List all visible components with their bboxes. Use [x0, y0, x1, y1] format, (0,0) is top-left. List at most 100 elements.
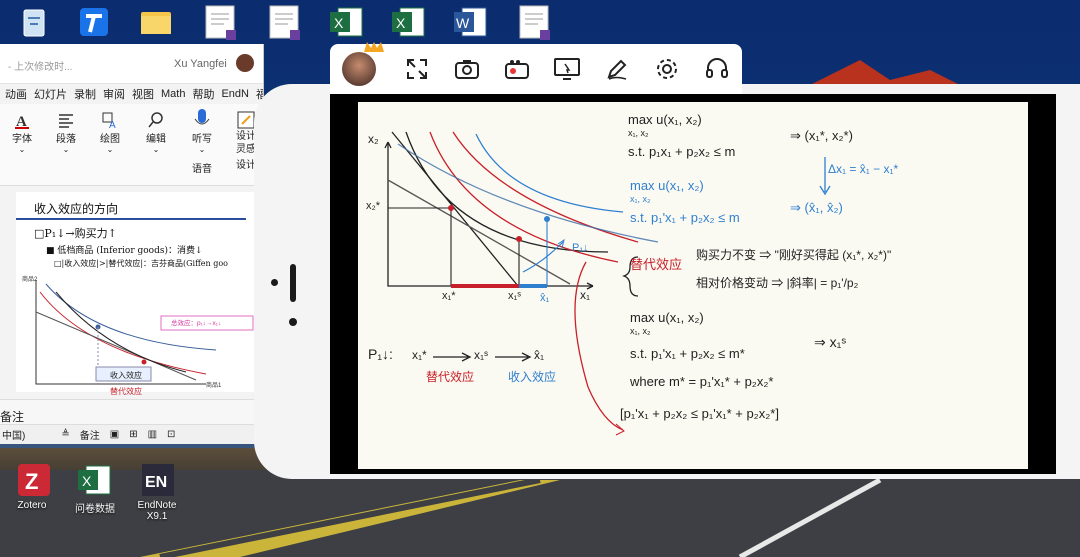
status-notes-button[interactable]: 备注	[80, 427, 100, 442]
settings-button[interactable]	[642, 49, 692, 89]
status-language: 中国)	[2, 431, 26, 442]
problem2-vars: x₁, x₂	[630, 194, 651, 204]
group-label-voice: 语音	[192, 164, 212, 175]
svg-text:W: W	[456, 15, 470, 31]
screenshot-button[interactable]	[442, 49, 492, 89]
pen-icon	[607, 59, 627, 80]
problem2-objective: max u(x₁, x₂)	[630, 178, 704, 193]
ribbon-label: 绘图	[100, 134, 120, 145]
avatar[interactable]	[236, 54, 254, 72]
ribbon-label: 字体	[12, 134, 32, 145]
ribbon-draw[interactable]: A 绘图 ⌄	[90, 110, 130, 154]
app-shortcut-icon[interactable]	[76, 4, 112, 40]
tab-review[interactable]: 审阅	[103, 86, 125, 102]
ribbon-font[interactable]: A 字体 ⌄	[2, 110, 42, 154]
chain-x1hat: x̂₁	[534, 348, 545, 362]
svg-text:A: A	[16, 114, 27, 129]
side-dot	[271, 279, 278, 286]
annotate-button[interactable]	[592, 49, 642, 89]
tab-slideshow[interactable]: 幻灯片	[34, 86, 67, 102]
document-icon[interactable]	[516, 4, 552, 40]
ribbon-label: 编辑	[146, 134, 166, 145]
graph-x-label: x₁	[580, 288, 591, 302]
normal-view-icon[interactable]: ▣	[110, 429, 119, 440]
endnote-icon[interactable]: EN	[136, 462, 180, 498]
tab-view[interactable]: 视图	[132, 86, 154, 102]
problem2-solution: ⇒ (x̂₁, x̂₂)	[790, 200, 843, 215]
chain-label-substitution: 替代效应	[426, 370, 475, 384]
problem3-bracket-constraint: [p₁'x₁ + p₂x₂ ≤ p₁'x₁* + p₂x₂*]	[620, 406, 779, 421]
slide-sorter-icon[interactable]: ⊞	[129, 429, 137, 440]
slide-canvas[interactable]: 收入效应的方向 □P₁↓→购买力↑ ■ 低档商品 (Inferior goods…	[16, 192, 263, 396]
graph-x1star-label: x₁*	[442, 290, 456, 302]
excel-icon[interactable]: X	[72, 462, 116, 498]
expand-button[interactable]	[392, 49, 442, 89]
problem2-constraint: s.t. p₁'x₁ + p₂x₂ ≤ m	[630, 210, 740, 225]
problem1-objective: max u(x₁, x₂)	[628, 112, 702, 127]
ribbon-paragraph[interactable]: 段落 ⌄	[46, 110, 86, 154]
expand-icon	[407, 59, 427, 79]
handwritten-notebook[interactable]: x₂ x₂* x₁ x₁* x₁ˢ x̂₁ P₁↓ max u(x₁, x₂) …	[358, 102, 1028, 469]
settings-icon	[657, 59, 677, 79]
screen-share-toolbar	[330, 44, 742, 94]
tab-math[interactable]: Math	[161, 88, 185, 100]
tab-help[interactable]: 帮助	[192, 86, 214, 102]
desktop-label-zotero: Zotero	[17, 500, 47, 511]
tab-endnote[interactable]: EndN	[221, 88, 249, 100]
camera-icon	[455, 60, 479, 79]
folder-icon[interactable]	[138, 4, 174, 40]
tab-animation[interactable]: 动画	[5, 86, 27, 102]
document-icon[interactable]	[202, 4, 238, 40]
zotero-icon[interactable]: Z	[12, 462, 56, 498]
ppt-ribbon-tabs: 动画 幻灯片 录制 审阅 视图 Math 帮助 EndN 福昕阅	[0, 84, 263, 104]
word-icon[interactable]: W	[452, 4, 488, 40]
title-underline	[16, 218, 246, 220]
slide-bullet-3: □|收入效应|>|替代效应|：吉芬商品(Giffen goo	[54, 259, 228, 268]
substitution-line-1: 购买力不变 ⇒ "刚好买得起 (x₁*, x₂*)"	[696, 248, 892, 262]
graph-y-label: x₂	[368, 132, 379, 146]
excel-icon[interactable]: X	[328, 4, 364, 40]
ribbon-edit[interactable]: 编辑 ⌄	[136, 110, 176, 154]
reading-view-icon[interactable]: ▥	[148, 429, 157, 440]
crown-icon	[364, 42, 384, 52]
svg-text:Z: Z	[25, 469, 38, 494]
svg-text:X: X	[334, 15, 344, 31]
graph-ystar-label: x₂*	[366, 200, 381, 212]
desktop-label-endnote: EndNote X9.1	[137, 500, 177, 522]
slide-title: 收入效应的方向	[34, 202, 119, 216]
problem3-vars: x₁, x₂	[630, 326, 651, 336]
powerpoint-window[interactable]: - 上次修改时... Xu Yangfei 动画 幻灯片 录制 审阅 视图 Ma…	[0, 44, 264, 444]
side-handle[interactable]	[290, 264, 296, 302]
substitution-effect-label: 替代效应	[630, 257, 683, 272]
excel-icon[interactable]: X	[390, 4, 426, 40]
screen-share-icon	[554, 58, 580, 80]
problem3-objective: max u(x₁, x₂)	[630, 310, 704, 325]
slide-bullet-1: □P₁↓→购买力↑	[34, 227, 117, 240]
audio-button[interactable]	[692, 49, 742, 89]
last-modified-label: - 上次修改时...	[8, 62, 73, 73]
document-icon[interactable]	[266, 4, 302, 40]
screen-share-button[interactable]	[542, 49, 592, 89]
substitution-line-2: 相对价格变动 ⇒ |斜率| = p₁'/p₂	[696, 276, 859, 290]
problem1-solution: ⇒ (x₁*, x₂*)	[790, 128, 853, 143]
record-icon	[505, 60, 529, 79]
svg-text:EN: EN	[145, 474, 167, 491]
ppt-statusbar: 中国) ≜ 备注 ▣ ⊞ ▥ ⊡	[0, 424, 263, 444]
record-button[interactable]	[492, 49, 542, 89]
recycle-bin-icon[interactable]	[16, 4, 52, 40]
ppt-titlebar: - 上次修改时... Xu Yangfei	[0, 44, 263, 84]
slideshow-icon[interactable]: ⊡	[167, 429, 175, 440]
slide-bullet-2: ■ 低档商品 (Inferior goods)：消费↓	[46, 246, 203, 256]
tab-record[interactable]: 录制	[74, 86, 96, 102]
draw-icon: A	[90, 110, 130, 130]
notes-label: 备注	[0, 410, 25, 424]
avatar[interactable]	[342, 52, 376, 86]
ribbon-dictate[interactable]: 听写 ⌄ 语音	[182, 109, 222, 175]
mic-icon	[182, 109, 222, 130]
search-icon	[136, 110, 176, 130]
svg-text:X: X	[82, 473, 92, 489]
notes-icon[interactable]: ≜	[61, 429, 69, 440]
graph-x1hat-label: x̂₁	[540, 292, 550, 304]
ribbon-label: 听写	[192, 134, 212, 145]
delta-x1: Δx₁ = x̂₁ − x₁*	[828, 162, 899, 176]
